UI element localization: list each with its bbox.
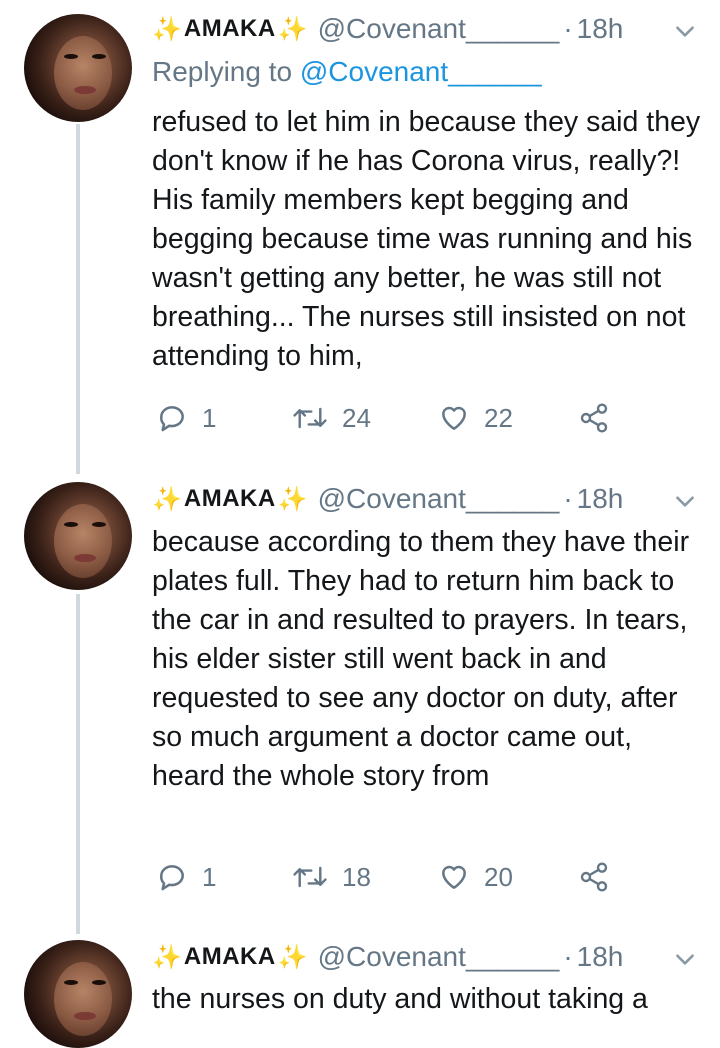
reply-icon [160,406,184,432]
tweet-actions: 1 18 20 [152,857,622,897]
tweet-text: refused to let him in because they said … [152,106,701,372]
handle[interactable]: @Covenant______ [318,13,560,45]
avatar[interactable] [24,482,132,590]
avatar[interactable] [24,14,132,122]
sparkle-icon: ✨ [152,943,182,971]
like-button[interactable]: 22 [438,398,513,438]
display-name[interactable]: Amaka [184,15,276,43]
replying-to-link[interactable]: @Covenant______ [300,56,542,87]
sparkle-icon: ✨ [277,485,308,513]
timestamp[interactable]: 18h [577,13,624,45]
sparkle-icon: ✨ [152,15,182,43]
timestamp[interactable]: 18h [577,941,624,973]
share-button[interactable] [578,857,610,897]
like-count: 20 [484,861,513,892]
handle[interactable]: @Covenant______ [318,941,560,973]
retweet-icon [293,407,327,429]
sparkle-icon: ✨ [277,943,308,971]
retweet-count: 24 [342,402,371,433]
thread-line [76,594,80,934]
reply-button[interactable]: 1 [156,857,216,897]
share-button[interactable] [578,398,610,438]
retweet-button[interactable]: 24 [292,398,371,438]
reply-count: 1 [202,861,217,892]
chevron-down-icon[interactable] [672,18,698,44]
tweet-header: ✨ Amaka ✨ @Covenant______ · 18h [152,13,624,45]
chevron-down-icon[interactable] [672,946,698,972]
tweet-text: because according to them they have thei… [152,526,690,792]
timestamp[interactable]: 18h [577,483,624,515]
reply-button[interactable]: 1 [156,398,216,438]
retweet-count: 18 [342,861,371,892]
heart-icon [442,865,466,889]
replying-to: Replying to @Covenant______ [152,56,542,87]
avatar[interactable] [24,940,132,1048]
display-name[interactable]: Amaka [184,485,276,513]
tweet-header: ✨ Amaka ✨ @Covenant______ · 18h [152,483,624,515]
sparkle-icon: ✨ [152,485,182,513]
thread-line [76,124,80,474]
reply-count: 1 [202,402,217,433]
heart-icon [442,406,466,430]
share-icon [580,862,608,892]
handle[interactable]: @Covenant______ [318,483,560,515]
display-name[interactable]: Amaka [184,943,276,971]
sparkle-icon: ✨ [277,15,308,43]
tweet-actions: 1 24 22 [152,398,622,438]
share-icon [580,403,608,433]
tweet-text: the nurses on duty and without taking a [152,983,648,1015]
like-count: 22 [484,402,513,433]
like-button[interactable]: 20 [438,857,513,897]
tweet-header: ✨ Amaka ✨ @Covenant______ · 18h [152,941,624,973]
chevron-down-icon[interactable] [672,488,698,514]
retweet-button[interactable]: 18 [292,857,371,897]
reply-icon [160,865,184,891]
retweet-icon [293,866,327,888]
